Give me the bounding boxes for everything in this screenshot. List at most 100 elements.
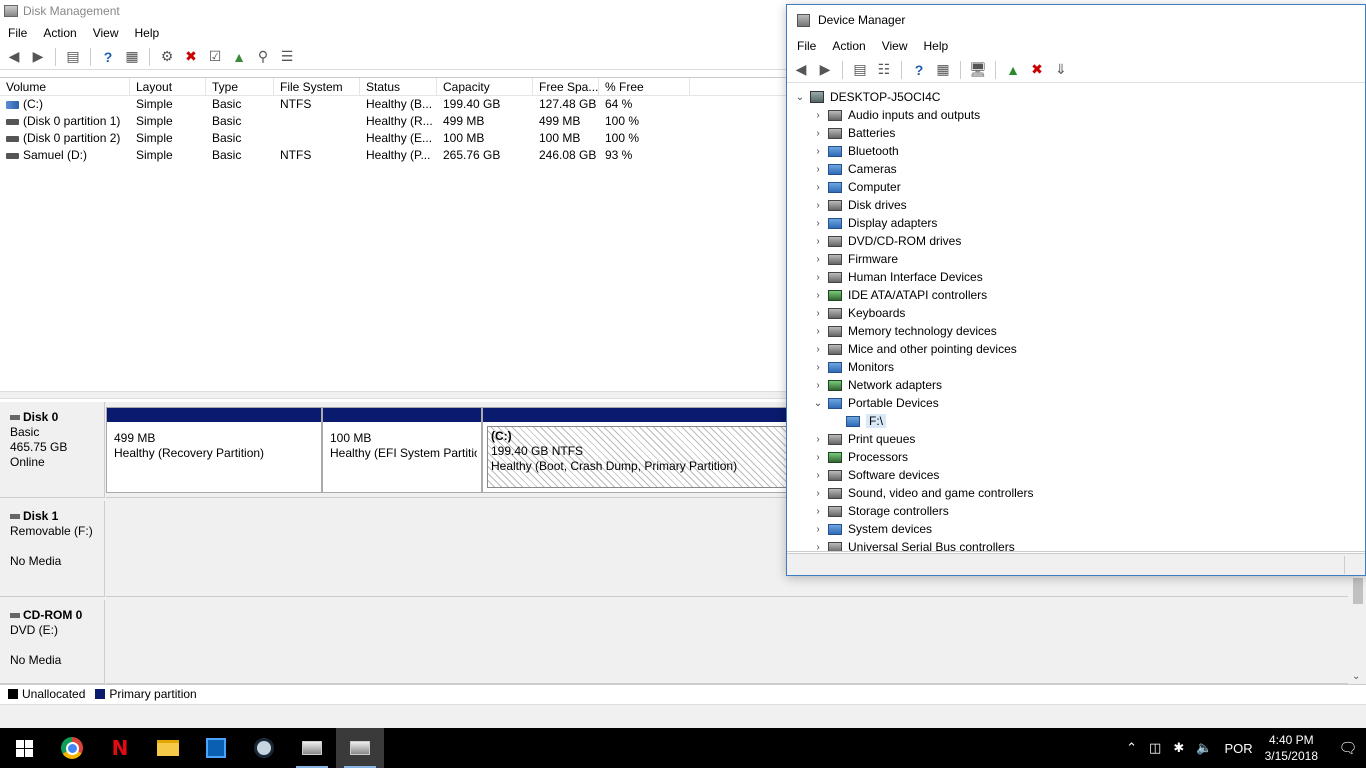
tree-category[interactable]: › Computer [787, 178, 1365, 196]
table-row[interactable]: Samuel (D:) Simple Basic NTFS Healthy (P… [0, 147, 788, 164]
column-layout[interactable]: Layout [130, 78, 206, 95]
wifi-icon[interactable]: ✱ [1173, 740, 1184, 756]
expand-chevron-icon[interactable]: › [811, 182, 825, 193]
partition-recovery[interactable]: 499 MB Healthy (Recovery Partition) [106, 407, 322, 493]
tree-category[interactable]: › Cameras [787, 160, 1365, 178]
expand-chevron-icon[interactable]: › [811, 236, 825, 247]
volume-icon[interactable]: 🔈 [1196, 740, 1212, 756]
connect-disk-icon[interactable]: ⚙ [157, 47, 177, 67]
dm-menu-file[interactable]: File [0, 22, 35, 44]
expand-chevron-icon[interactable]: › [811, 290, 825, 301]
tree-category[interactable]: › Keyboards [787, 304, 1365, 322]
dm-menu-action[interactable]: Action [35, 22, 84, 44]
partition-efi[interactable]: 100 MB Healthy (EFI System Partitio [322, 407, 482, 493]
dm-menu-view[interactable]: View [85, 22, 127, 44]
expand-chevron-icon[interactable]: › [811, 200, 825, 211]
column-volume[interactable]: Volume [0, 78, 130, 95]
expand-chevron-icon[interactable]: › [811, 434, 825, 445]
scan-hardware-icon[interactable]: 🖥 [968, 60, 988, 80]
tree-category[interactable]: ⌄ Portable Devices [787, 394, 1365, 412]
tree-category[interactable]: › Sound, video and game controllers [787, 484, 1365, 502]
taskbar-steam[interactable] [240, 728, 288, 768]
expand-chevron-icon[interactable]: › [811, 272, 825, 283]
collapse-chevron-icon[interactable]: ⌄ [811, 398, 825, 409]
disk-label[interactable]: Disk 0 Basic 465.75 GB Online [0, 402, 105, 498]
tree-category[interactable]: › Processors [787, 448, 1365, 466]
disk-label[interactable]: CD-ROM 0 DVD (E:) No Media [0, 600, 105, 684]
tree-category[interactable]: › DVD/CD-ROM drives [787, 232, 1365, 250]
devmgr-menu-action[interactable]: Action [824, 35, 873, 57]
expand-chevron-icon[interactable]: › [811, 524, 825, 535]
disk-label[interactable]: Disk 1 Removable (F:) No Media [0, 501, 105, 597]
expand-chevron-icon[interactable]: › [811, 506, 825, 517]
devmgr-menu-help[interactable]: Help [916, 35, 957, 57]
tree-category[interactable]: › Disk drives [787, 196, 1365, 214]
tree-category[interactable]: › Firmware [787, 250, 1365, 268]
properties-pane-icon[interactable]: ▦ [122, 47, 142, 67]
help-icon[interactable]: ? [98, 47, 118, 67]
tree-category[interactable]: › Audio inputs and outputs [787, 106, 1365, 124]
forward-arrow-icon[interactable]: ▶ [28, 47, 48, 67]
tree-category[interactable]: › Universal Serial Bus controllers [787, 538, 1365, 552]
expand-chevron-icon[interactable]: › [811, 128, 825, 139]
search-icon[interactable]: ⚲ [253, 47, 273, 67]
expand-chevron-icon[interactable]: › [811, 380, 825, 391]
tree-category[interactable]: › Software devices [787, 466, 1365, 484]
back-arrow-icon[interactable]: ◀ [791, 60, 811, 80]
disable-device-icon[interactable]: ⇓ [1051, 60, 1071, 80]
taskbar-device-manager[interactable] [288, 728, 336, 768]
expand-chevron-icon[interactable]: › [811, 488, 825, 499]
tree-category[interactable]: › Batteries [787, 124, 1365, 142]
tree-device[interactable]: F:\ [787, 412, 1365, 430]
collapse-chevron-icon[interactable]: ⌄ [793, 92, 807, 103]
start-button[interactable] [0, 728, 48, 768]
tree-category[interactable]: › Print queues [787, 430, 1365, 448]
pane-splitter[interactable] [0, 391, 788, 399]
scrollbar-thumb[interactable] [1353, 578, 1363, 604]
tree-category[interactable]: › Mice and other pointing devices [787, 340, 1365, 358]
expand-chevron-icon[interactable]: › [811, 344, 825, 355]
power-icon[interactable]: ◫ [1149, 740, 1161, 756]
expand-chevron-icon[interactable]: › [811, 326, 825, 337]
expand-chevron-icon[interactable]: › [811, 308, 825, 319]
expand-chevron-icon[interactable]: › [811, 164, 825, 175]
tree-category[interactable]: › Memory technology devices [787, 322, 1365, 340]
taskbar-file-explorer[interactable] [144, 728, 192, 768]
taskbar-netflix[interactable]: N [96, 728, 144, 768]
dm-menu-help[interactable]: Help [127, 22, 168, 44]
update-driver-icon[interactable]: ▲ [1003, 60, 1023, 80]
forward-arrow-icon[interactable]: ▶ [815, 60, 835, 80]
table-row[interactable]: (C:) Simple Basic NTFS Healthy (B... 199… [0, 96, 788, 113]
column-type[interactable]: Type [206, 78, 274, 95]
tree-category[interactable]: › Network adapters [787, 376, 1365, 394]
uninstall-device-icon[interactable]: ✖ [1027, 60, 1047, 80]
tree-category[interactable]: › IDE ATA/ATAPI controllers [787, 286, 1365, 304]
column-percent-free[interactable]: % Free [599, 78, 690, 95]
tree-category[interactable]: › Human Interface Devices [787, 268, 1365, 286]
tree-category[interactable]: › System devices [787, 520, 1365, 538]
checklist-icon[interactable]: ☑ [205, 47, 225, 67]
expand-chevron-icon[interactable]: › [811, 146, 825, 157]
devmgr-menu-view[interactable]: View [874, 35, 916, 57]
action-pane-icon[interactable]: ▦ [933, 60, 953, 80]
column-free-space[interactable]: Free Spa... [533, 78, 599, 95]
expand-chevron-icon[interactable]: › [811, 542, 825, 552]
clock[interactable]: 4:40 PM 3/15/2018 [1265, 732, 1318, 764]
properties-icon[interactable]: ☷ [874, 60, 894, 80]
tree-category[interactable]: › Display adapters [787, 214, 1365, 232]
help-icon[interactable]: ? [909, 60, 929, 80]
disk-view-scrollbar[interactable]: ⌄ [1348, 576, 1366, 684]
scroll-down-icon[interactable]: ⌄ [1352, 671, 1360, 682]
table-row[interactable]: (Disk 0 partition 2) Simple Basic Health… [0, 130, 788, 147]
column-status[interactable]: Status [360, 78, 437, 95]
expand-chevron-icon[interactable]: › [811, 452, 825, 463]
tree-category[interactable]: › Bluetooth [787, 142, 1365, 160]
devmgr-menu-file[interactable]: File [789, 35, 824, 57]
column-file-system[interactable]: File System [274, 78, 360, 95]
tree-category[interactable]: › Monitors [787, 358, 1365, 376]
back-arrow-icon[interactable]: ◀ [4, 47, 24, 67]
notification-icon[interactable]: 🗨 [1330, 728, 1366, 768]
expand-chevron-icon[interactable]: › [811, 362, 825, 373]
tree-category[interactable]: › Storage controllers [787, 502, 1365, 520]
taskbar-store[interactable] [192, 728, 240, 768]
